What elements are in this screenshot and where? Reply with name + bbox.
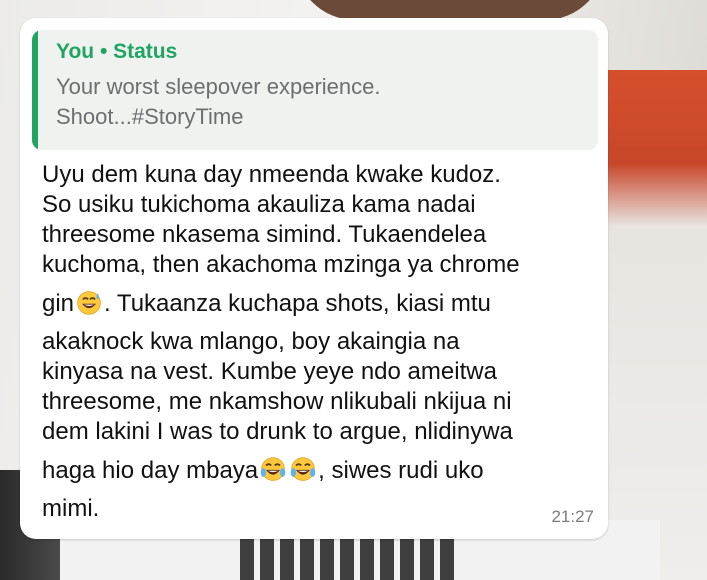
quote-accent-bar [32,30,38,150]
message-line: So usiku tukichoma akauliza kama nadai [42,191,476,218]
grinning-face-with-sweat-icon [77,291,101,315]
face-with-tears-of-joy-icon [260,457,286,481]
background-shirt-print [240,538,460,580]
background-head [295,0,605,20]
message-line: mimi. [42,495,100,522]
message-fragment: , siwes rudi uko [318,457,484,484]
message-line: threesome nkasema simind. Tukaendelea [42,221,487,248]
quote-text: Your worst sleepover experience. Shoot..… [56,74,381,129]
message-line: kuchoma, then akachoma mzinga ya chrome [42,251,520,278]
message-line: gin . Tukaanza kuchapa shots, kiasi mtu [42,288,600,319]
message-line: dem lakini I was to drunk to argue, nlid… [42,418,513,445]
quoted-status-reply[interactable]: You • Status Your worst sleepover experi… [32,30,598,150]
message-line: akaknock kwa mlango, boy akaingia na [42,328,460,355]
message-line: haga hio day mbaya , siwes rudi uko [42,455,600,486]
quote-author: You • Status [56,40,178,63]
message-timestamp: 21:27 [551,507,594,526]
message-bubble[interactable]: You • Status Your worst sleepover experi… [20,18,608,539]
message-line: threesome, me nkamshow nlikubali nkijua … [42,388,512,415]
message-line: kinyasa na vest. Kumbe yeye ndo ameitwa [42,358,497,385]
message-line: Uyu dem kuna day nmeenda kwake kudoz. [42,161,501,188]
message-fragment: haga hio day mbaya [42,457,259,484]
face-with-tears-of-joy-icon [290,457,316,481]
message-fragment: . Tukaanza kuchapa shots, kiasi mtu [104,290,491,317]
message-text: Uyu dem kuna day nmeenda kwake kudoz. So… [42,160,600,524]
message-fragment: gin [42,290,75,317]
